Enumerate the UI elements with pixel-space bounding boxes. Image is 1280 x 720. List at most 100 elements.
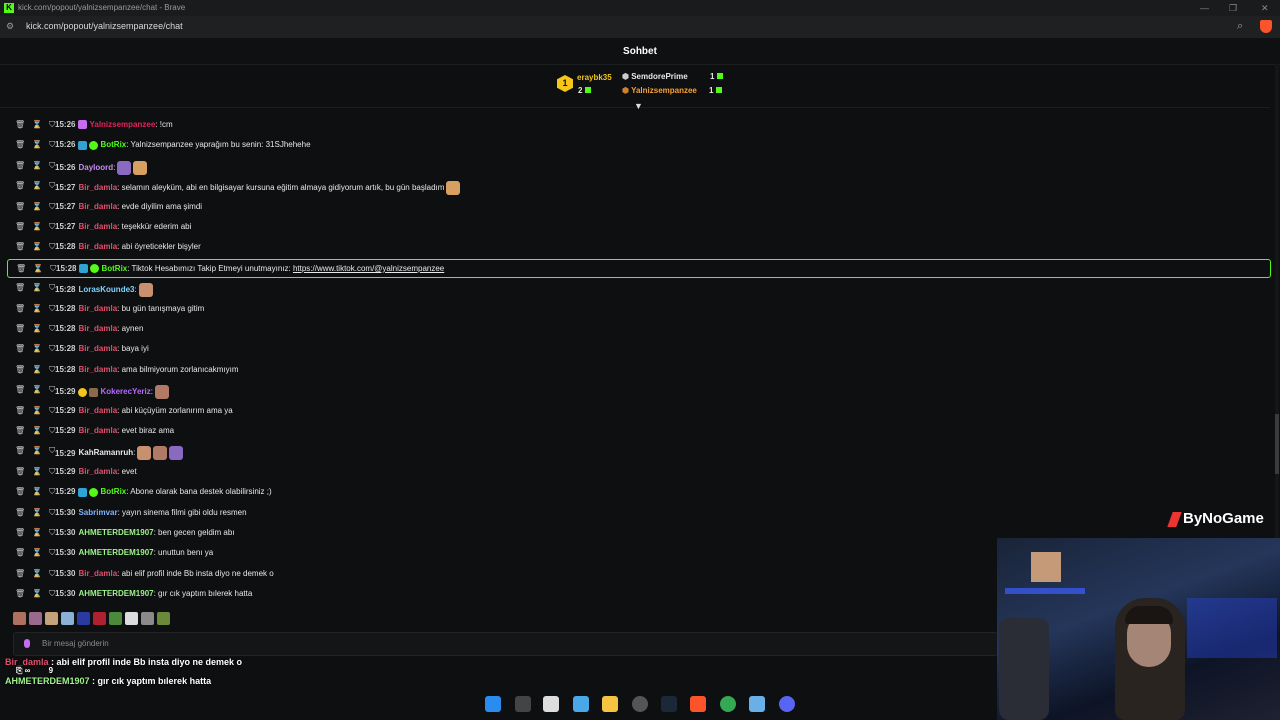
leaderboard-third[interactable]: ⬢ Yalnizsempanzee [622, 86, 697, 95]
message-text: : evet biraz ama [117, 426, 175, 435]
leaderboard-first-count: 2 [578, 86, 592, 95]
message-text: : [134, 285, 137, 295]
chat-message[interactable]: 🗑⌛⛉ 15:28 Bir_damla: ama bilmiyorum zorlan… [0, 361, 1270, 379]
address-bar[interactable]: ⚙ kick.com/popout/yalnizsempanzee/chat ⌕ [0, 16, 1280, 38]
chat-message[interactable]: 🗑⌛⛉ 15:29 Bir_damla: abi küçüyüm zorlanırı… [0, 402, 1270, 420]
chat-message[interactable]: 🗑⌛⛉ 15:26 Dayloord: [0, 157, 1270, 175]
notepad-icon[interactable] [749, 696, 765, 712]
message-username[interactable]: BotRix [100, 487, 126, 496]
message-username[interactable]: Sabrimvar [78, 508, 117, 517]
chat-message[interactable]: 🗑⌛⛉ 15:27 Bir_damla: selamın aleyküm, abi … [0, 177, 1270, 196]
chat-message[interactable]: 🗑⌛⛉ 15:28 LorasKounde3: [0, 279, 1270, 298]
task-view-icon[interactable] [515, 696, 531, 712]
chat-message[interactable]: 🗑⌛⛉ 15:26 BotRix: Yalnizsempanzee yaprağım… [0, 136, 1270, 154]
maximize-icon[interactable]: ❐ [1229, 3, 1237, 14]
message-username[interactable]: Bir_damla [78, 406, 117, 415]
scrollbar-thumb[interactable] [1275, 414, 1279, 474]
chat-message[interactable]: 🗑⌛⛉ 15:26 Yalnizsempanzee: !cm [0, 116, 1270, 134]
gift-icon [585, 87, 592, 93]
overlay-infinity: ∞ [24, 666, 31, 675]
emote-icon[interactable] [141, 612, 154, 625]
message-username[interactable]: Bir_damla [78, 467, 117, 476]
message-username[interactable]: Yalnizsempanzee [89, 120, 155, 129]
windows-start-icon[interactable] [485, 696, 501, 712]
message-line: 15:28 Bir_damla: baya iyi [55, 344, 149, 353]
message-username[interactable]: Bir_damla [78, 183, 117, 192]
url-text[interactable]: kick.com/popout/yalnizsempanzee/chat [26, 21, 183, 31]
message-username[interactable]: AHMETERDEM1907 [78, 589, 153, 598]
emote-icon [117, 160, 132, 175]
message-timestamp: 15:28 [56, 263, 77, 273]
message-username[interactable]: BotRix [101, 264, 127, 273]
message-username[interactable]: Bir_damla [78, 222, 117, 231]
message-username[interactable]: Bir_damla [78, 426, 117, 435]
message-timestamp: 15:28 [55, 344, 76, 354]
steam-icon[interactable] [661, 696, 677, 712]
message-line: 15:30 AHMETERDEM1907: unuttun benı ya [55, 548, 213, 557]
emote-icon[interactable] [109, 612, 122, 625]
window-title: kick.com/popout/yalnizsempanzee/chat - B… [18, 3, 186, 12]
emote-icon[interactable] [45, 612, 58, 625]
message-username[interactable]: Bir_damla [78, 202, 117, 211]
brave-icon[interactable] [690, 696, 706, 712]
emote-icon[interactable] [125, 612, 138, 625]
message-username[interactable]: BotRix [100, 140, 126, 149]
chat-message[interactable]: 🗑⌛⛉ 15:27 Bir_damla: evde diyilim ama şimd… [0, 198, 1270, 216]
message-username[interactable]: Bir_damla [78, 242, 117, 251]
message-username[interactable]: KokerecYeriz [100, 387, 150, 396]
message-username[interactable]: AHMETERDEM1907 [78, 548, 153, 557]
chat-message[interactable]: 🗑⌛⛉ 15:29 KokerecYeriz: [0, 381, 1270, 400]
leaderboard-second[interactable]: ⬢ SemdorePrime [622, 72, 688, 81]
discord-icon[interactable] [779, 696, 795, 712]
message-timestamp: 15:30 [55, 528, 76, 537]
emote-icon[interactable] [77, 612, 90, 625]
emote-icon[interactable] [29, 612, 42, 625]
message-username[interactable]: Bir_damla [78, 569, 117, 578]
message-line: 15:28 Bir_damla: abi öyreticekler bişyler [55, 242, 201, 251]
message-text: : ben gecen geldim abı [153, 528, 235, 537]
chat-message[interactable]: 🗑⌛⛉ 15:28 Bir_damla: aynen [0, 320, 1270, 338]
chat-message[interactable]: 🗑⌛⛉ 15:28 Bir_damla: bu gün tanışmaya giti… [0, 300, 1270, 318]
chat-message[interactable]: 🗑⌛⛉ 15:29 Bir_damla: evet biraz ama [0, 422, 1270, 440]
emote-icon[interactable] [61, 612, 74, 625]
message-line: 15:27 Bir_damla: evde diyilim ama şimdi [55, 202, 202, 211]
chat-message[interactable]: 🗑⌛⛉ 15:27 Bir_damla: teşekkür ederim abi [0, 218, 1270, 236]
message-username[interactable]: Bir_damla [78, 365, 117, 374]
leaderboard-first-name[interactable]: eraybk35 [577, 73, 612, 82]
overlay-count: 9 [48, 666, 54, 675]
message-username[interactable]: AHMETERDEM1907 [78, 528, 153, 537]
chat-input[interactable]: Bir mesaj gönderin [13, 632, 998, 656]
collapse-leaderboard-icon[interactable]: ▼ [634, 101, 643, 111]
message-username[interactable]: Bir_damla [78, 304, 117, 313]
close-icon[interactable]: ✕ [1261, 3, 1269, 14]
message-timestamp: 15:28 [55, 303, 76, 313]
message-link[interactable]: https://www.tiktok.com/@yalnizsempanzee [293, 264, 444, 273]
chat-message[interactable]: 🗑⌛⛉ 15:28 Bir_damla: abi öyreticekler bişy… [0, 238, 1270, 256]
chat-message[interactable]: 🗑⌛⛉ 15:29 Bir_damla: evet [0, 463, 1270, 481]
message-text: : [133, 448, 136, 458]
message-username[interactable]: Bir_damla [78, 324, 117, 333]
minimize-icon[interactable]: — [1200, 3, 1209, 13]
emote-icon[interactable] [93, 612, 106, 625]
app-icon[interactable] [543, 696, 559, 712]
chrome-icon[interactable] [720, 696, 736, 712]
message-username[interactable]: KahRamanruh [78, 449, 133, 458]
chat-message[interactable]: 🗑⌛⛉ 15:29 KahRamanruh: [0, 442, 1270, 461]
emote-icon[interactable] [13, 612, 26, 625]
message-username[interactable]: Bir_damla [78, 344, 117, 353]
search-icon[interactable]: ⌕ [1237, 20, 1243, 33]
brave-shield-icon[interactable] [1260, 20, 1272, 33]
emote-icon[interactable] [157, 612, 170, 625]
overlay-text: : gır cık yaptım bılerek hatta [89, 676, 212, 686]
chat-message[interactable]: 🗑⌛⛉ 15:30 Sabrimvar: yayın sinema filmi gi… [0, 504, 1270, 522]
site-settings-icon[interactable]: ⚙ [6, 21, 16, 31]
file-explorer-icon[interactable] [602, 696, 618, 712]
obs-icon[interactable] [632, 696, 648, 712]
message-username[interactable]: Dayloord [78, 163, 113, 172]
chat-message[interactable]: 🗑⌛⛉ 15:28 BotRix: Tiktok Hesabımızı Takip … [7, 258, 1271, 278]
photos-icon[interactable] [573, 696, 589, 712]
chat-message[interactable]: 🗑⌛⛉ 15:28 Bir_damla: baya iyi [0, 340, 1270, 358]
message-username[interactable]: LorasKounde3 [78, 285, 134, 294]
chat-title: Sohbet [623, 46, 657, 57]
chat-message[interactable]: 🗑⌛⛉ 15:29 BotRix: Abone olarak bana destek… [0, 483, 1270, 501]
